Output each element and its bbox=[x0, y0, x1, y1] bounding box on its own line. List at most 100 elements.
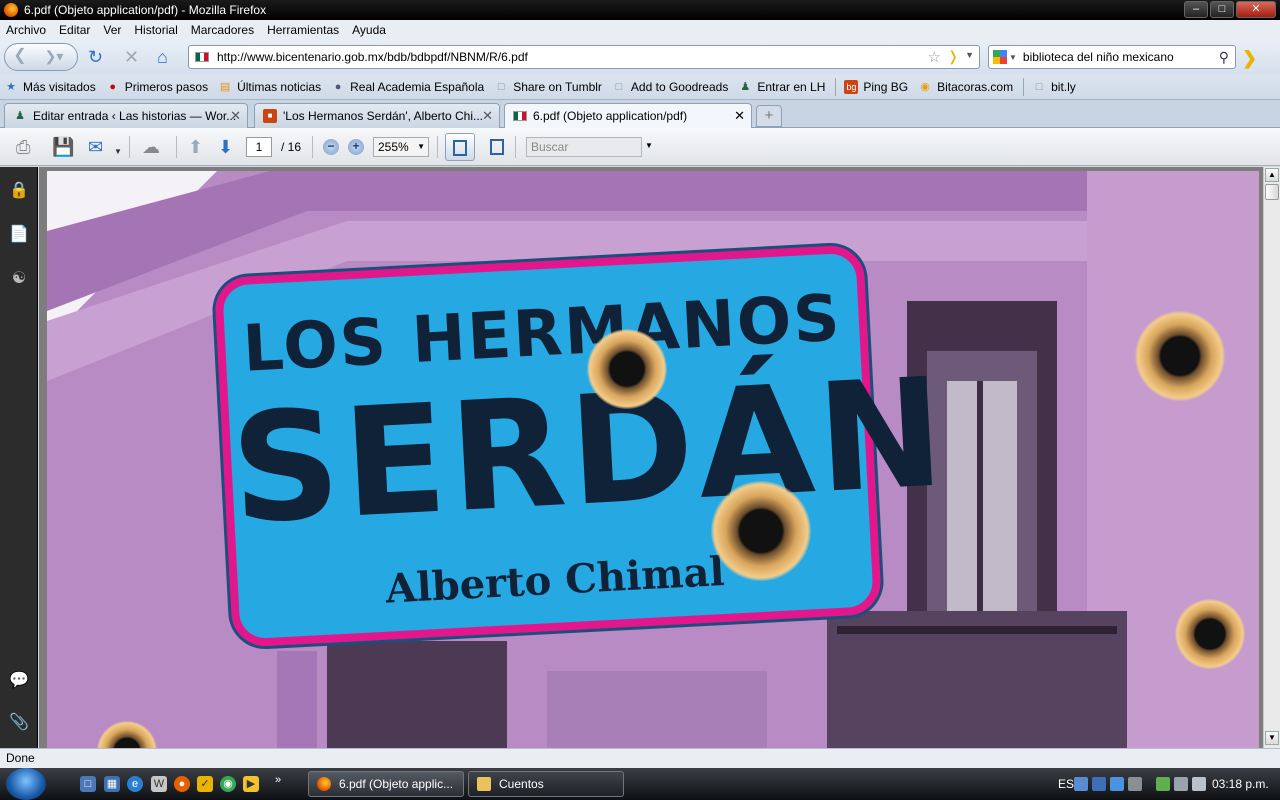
stop-icon[interactable]: ✕ bbox=[124, 48, 139, 66]
zoom-dropdown-icon[interactable]: ▼ bbox=[417, 138, 425, 156]
bookmark-label: Ping BG bbox=[863, 79, 909, 94]
lh-icon: ♟ bbox=[15, 110, 25, 122]
zoom-in-icon[interactable]: + bbox=[348, 139, 364, 155]
menu-ayuda[interactable]: Ayuda bbox=[352, 23, 386, 37]
lock-icon[interactable]: 🔒 bbox=[9, 181, 29, 201]
bookmark-rae[interactable]: ● Real Academia Española bbox=[331, 80, 484, 94]
show-desktop-icon[interactable]: □ bbox=[80, 776, 96, 792]
taskbar-firefox-window[interactable]: 6.pdf (Objeto applic... bbox=[308, 771, 464, 797]
language-text: ES bbox=[1058, 777, 1075, 791]
bookmark-primeros-pasos[interactable]: ● Primeros pasos bbox=[106, 80, 208, 94]
google-engine-icon[interactable] bbox=[993, 50, 1007, 64]
fit-page-icon bbox=[490, 139, 504, 155]
url-text[interactable]: http://www.bicentenario.gob.mx/bdb/bdbpd… bbox=[217, 50, 528, 64]
media-icon[interactable]: ▶ bbox=[243, 776, 259, 792]
vertical-scrollbar[interactable]: ▲ ▼ bbox=[1263, 167, 1280, 748]
taskbar-cuentos-window[interactable]: Cuentos bbox=[468, 771, 624, 797]
next-page-icon[interactable]: ⬇ bbox=[218, 137, 233, 157]
explorer-icon[interactable]: ▦ bbox=[104, 776, 120, 792]
share-icon[interactable]: ✉ bbox=[88, 137, 103, 157]
quicklaunch-overflow-icon[interactable]: » bbox=[270, 772, 286, 788]
attachment-icon[interactable]: 📎 bbox=[9, 713, 29, 733]
bookmark-add-goodreads[interactable]: □ Add to Goodreads bbox=[612, 80, 729, 94]
engine-dropdown-icon[interactable]: ▼ bbox=[1009, 53, 1017, 62]
tab-bar: ♟ Editar entrada ‹ Las historias — Wor..… bbox=[0, 100, 1280, 128]
search-input[interactable]: biblioteca del niño mexicano bbox=[1023, 50, 1219, 64]
tray-safely-remove-icon[interactable] bbox=[1156, 777, 1170, 791]
find-input[interactable]: Buscar bbox=[526, 137, 642, 157]
page-number-input[interactable]: 1 bbox=[246, 137, 272, 157]
tray-bluetooth-icon[interactable] bbox=[1110, 777, 1124, 791]
maximize-button[interactable]: □ bbox=[1210, 1, 1234, 18]
tray-monitor-icon[interactable] bbox=[1174, 777, 1188, 791]
print-icon[interactable]: ⎙ bbox=[16, 137, 30, 157]
bookmark-star-icon[interactable]: ☆ bbox=[928, 48, 941, 66]
fit-width-icon bbox=[453, 140, 467, 156]
bookmark-entrar-lh[interactable]: ♟ Entrar en LH bbox=[738, 80, 825, 94]
bookmark-ultimas-noticias[interactable]: ▤ Últimas noticias bbox=[218, 80, 321, 94]
scroll-thumb[interactable] bbox=[1265, 184, 1279, 200]
scroll-down-icon[interactable]: ▼ bbox=[1265, 731, 1279, 745]
menu-historial[interactable]: Historial bbox=[134, 23, 177, 37]
tab-editar-entrada[interactable]: ♟ Editar entrada ‹ Las historias — Wor..… bbox=[4, 103, 248, 128]
scroll-up-icon[interactable]: ▲ bbox=[1265, 168, 1279, 182]
tab-6-pdf[interactable]: 6.pdf (Objeto application/pdf) ✕ bbox=[504, 103, 752, 128]
toolbar-separator bbox=[437, 136, 438, 158]
tray-network-icon[interactable] bbox=[1074, 777, 1088, 791]
menu-herramientas[interactable]: Herramientas bbox=[267, 23, 339, 37]
url-history-dropdown-icon[interactable]: ▼ bbox=[965, 50, 974, 60]
home-icon[interactable]: ⌂ bbox=[157, 48, 168, 66]
bookmark-mas-visitados[interactable]: ★ Más visitados bbox=[4, 80, 96, 94]
bookmark-share-tumblr[interactable]: □ Share on Tumblr bbox=[494, 80, 602, 94]
close-tab-icon[interactable]: ✕ bbox=[482, 108, 493, 124]
search-bar[interactable]: ▼ biblioteca del niño mexicano ⚲ bbox=[988, 45, 1236, 69]
close-tab-icon[interactable]: ✕ bbox=[230, 108, 241, 124]
chrome-icon[interactable]: ◉ bbox=[220, 776, 236, 792]
tray-device-icon[interactable] bbox=[1128, 777, 1142, 791]
tray-volume-icon[interactable] bbox=[1192, 777, 1206, 791]
pdf-viewer[interactable]: LOS HERMANOS SERDÁN Alberto Chimal bbox=[39, 167, 1263, 748]
fit-page-button[interactable] bbox=[483, 133, 509, 161]
toolbar-overflow-chevron-icon[interactable]: ❯ bbox=[1242, 48, 1257, 69]
language-indicator[interactable]: ES bbox=[1058, 768, 1074, 800]
back-button[interactable]: ❮ bbox=[7, 45, 33, 69]
menu-ver[interactable]: Ver bbox=[103, 23, 121, 37]
bookmark-ping-bg[interactable]: bg Ping BG bbox=[844, 79, 909, 94]
tab-hermanos-serdan[interactable]: ■ 'Los Hermanos Serdán', Alberto Chi... … bbox=[254, 103, 500, 128]
bookmark-bitly[interactable]: □ bit.ly bbox=[1032, 80, 1076, 94]
tray-app-icon[interactable] bbox=[1092, 777, 1106, 791]
bookmark-bitacoras[interactable]: ◉ Bitacoras.com bbox=[918, 80, 1013, 94]
find-dropdown-icon[interactable]: ▼ bbox=[645, 141, 653, 150]
menu-marcadores[interactable]: Marcadores bbox=[191, 23, 254, 37]
bookmarks-toolbar: ★ Más visitados ● Primeros pasos ▤ Últimas … bbox=[0, 74, 1280, 100]
zoom-select[interactable]: 255% ▼ bbox=[373, 137, 429, 157]
new-tab-button[interactable]: + bbox=[756, 105, 782, 127]
binoculars-icon[interactable]: ☯ bbox=[9, 269, 29, 289]
system-clock[interactable]: 03:18 p.m. bbox=[1212, 768, 1269, 800]
mail-icon[interactable]: ✓ bbox=[197, 776, 213, 792]
comment-icon[interactable]: ☁ bbox=[142, 137, 160, 157]
ie-icon[interactable]: e bbox=[127, 776, 143, 792]
fit-width-button[interactable] bbox=[445, 133, 475, 161]
firefox-quicklaunch-icon[interactable]: ● bbox=[174, 776, 190, 792]
forward-button[interactable]: ❯▾ bbox=[41, 45, 67, 69]
url-bar[interactable]: http://www.bicentenario.gob.mx/bdb/bdbpd… bbox=[188, 45, 980, 69]
share-dropdown-icon[interactable]: ▼ bbox=[114, 142, 122, 162]
zoom-out-icon[interactable]: − bbox=[323, 139, 339, 155]
word-icon[interactable]: W bbox=[151, 776, 167, 792]
page-icon: □ bbox=[615, 80, 623, 93]
reload-icon[interactable]: ↻ bbox=[88, 48, 103, 66]
minimize-button[interactable]: – bbox=[1184, 1, 1208, 18]
comments-icon[interactable]: 💬 bbox=[9, 671, 29, 691]
start-button[interactable] bbox=[6, 768, 46, 800]
previous-page-icon[interactable]: ⬆ bbox=[188, 137, 203, 157]
go-arrow-icon[interactable]: ❭ bbox=[947, 48, 959, 65]
menu-editar[interactable]: Editar bbox=[59, 23, 90, 37]
menu-archivo[interactable]: Archivo bbox=[6, 23, 46, 37]
search-icon[interactable]: ⚲ bbox=[1219, 49, 1229, 66]
close-window-button[interactable]: ✕ bbox=[1236, 1, 1276, 18]
pages-icon[interactable]: 📄 bbox=[9, 225, 29, 245]
save-icon[interactable]: 💾 bbox=[52, 137, 74, 157]
close-tab-icon[interactable]: ✕ bbox=[734, 108, 745, 124]
menu-bar: Archivo Editar Ver Historial Marcadores … bbox=[0, 20, 1280, 40]
